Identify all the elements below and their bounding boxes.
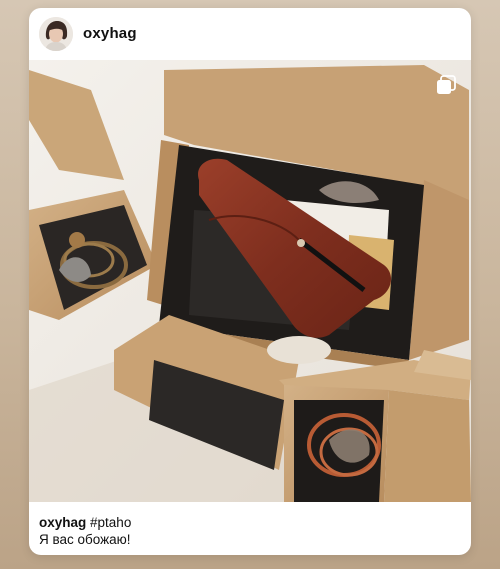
post-header: oxyhag <box>29 8 471 60</box>
caption-line: oxyhag #ptaho <box>39 514 459 531</box>
post-card: oxyhag oxyhag #ptaho Я вас обожаю! <box>29 8 471 555</box>
caption-hashtag[interactable]: #ptaho <box>90 515 131 530</box>
post-username[interactable]: oxyhag <box>83 25 137 42</box>
photo-illustration <box>29 60 471 502</box>
multiple-photos-icon <box>437 75 456 94</box>
caption-text: Я вас обожаю! <box>39 532 131 547</box>
post-caption: oxyhag #ptaho Я вас обожаю! <box>39 514 459 548</box>
post-image[interactable] <box>29 60 471 502</box>
avatar-image <box>39 17 73 51</box>
avatar[interactable] <box>39 17 73 51</box>
caption-username[interactable]: oxyhag <box>39 515 86 530</box>
